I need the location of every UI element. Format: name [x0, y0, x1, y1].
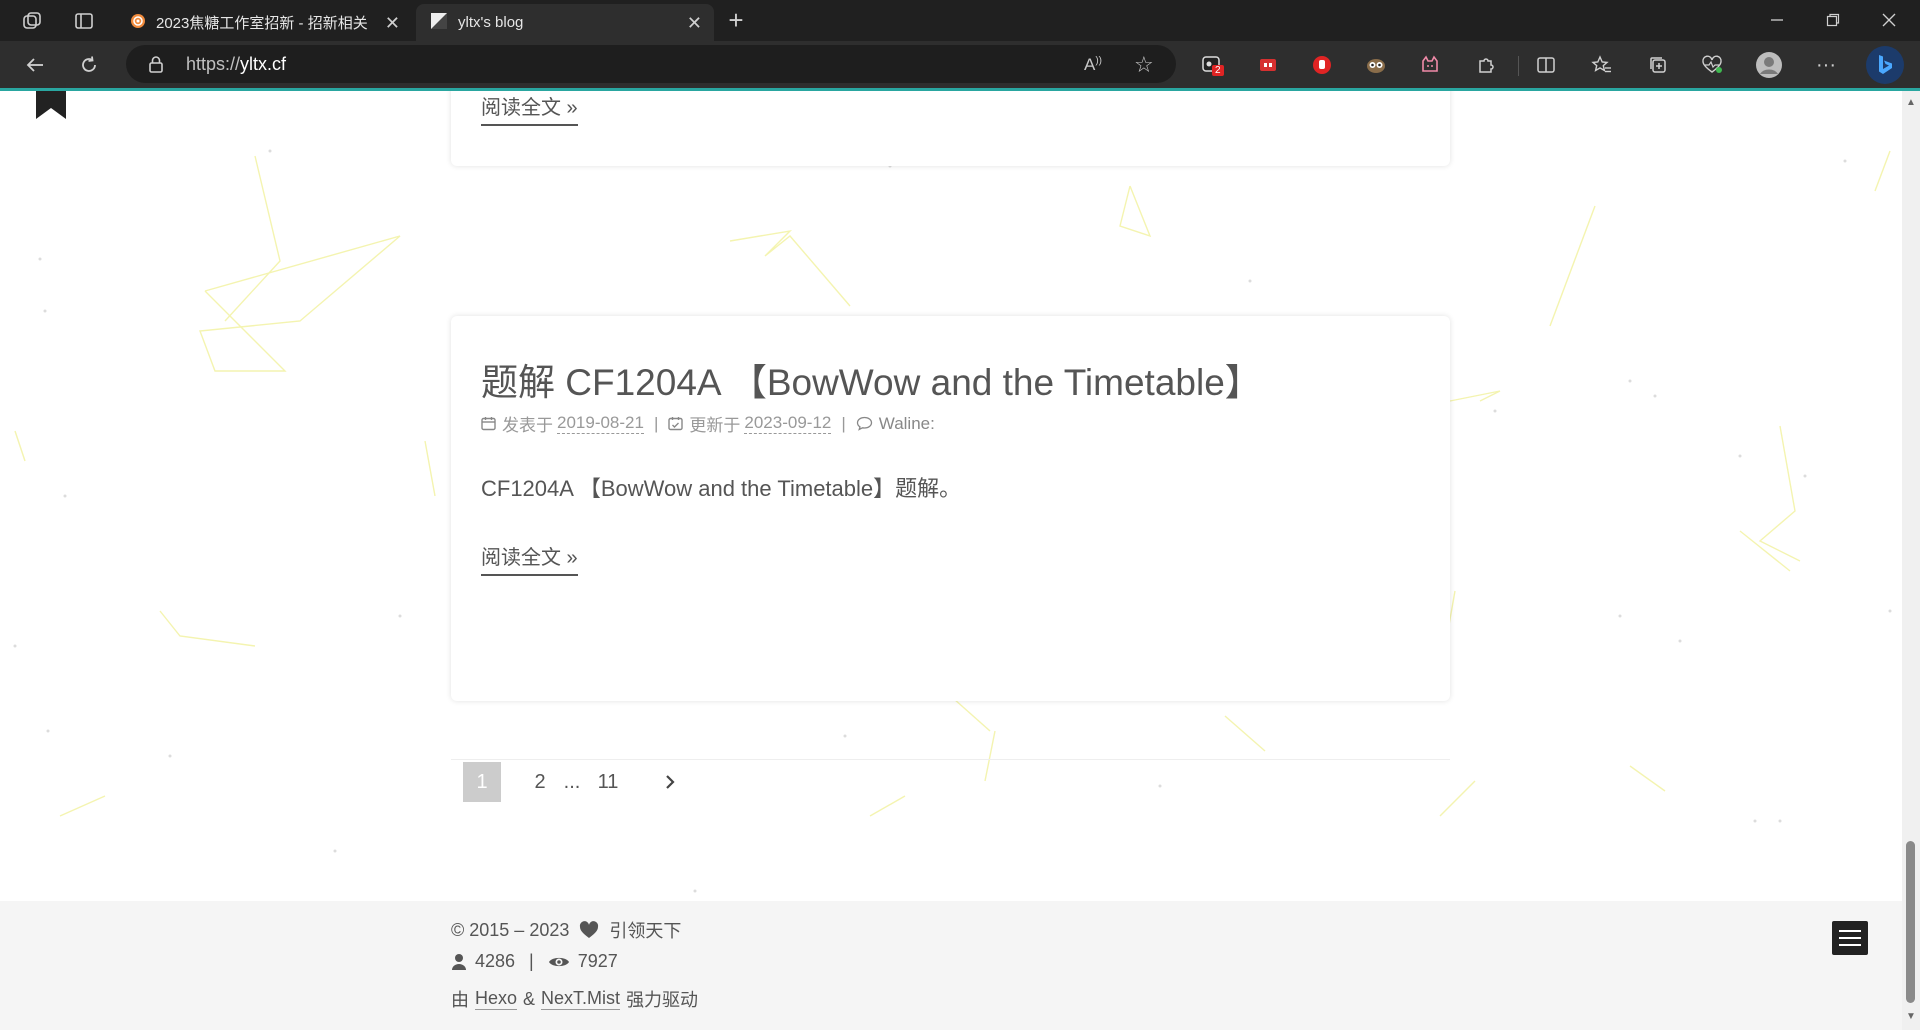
close-tab-icon[interactable]: ✕: [385, 13, 400, 34]
tab-caramel-studio[interactable]: 2023焦糖工作室招新 - 招新相关 ✕: [116, 4, 412, 41]
refresh-icon[interactable]: [74, 51, 104, 79]
meta-separator: |: [841, 413, 846, 433]
extensions-puzzle-icon[interactable]: [1472, 51, 1500, 79]
post-card: 阅读全文 »: [451, 91, 1450, 166]
cat-extension-icon[interactable]: [1416, 51, 1444, 79]
hand-extension-icon[interactable]: [1308, 51, 1336, 79]
url-scheme: https://: [186, 54, 241, 74]
powered-amp: &: [523, 988, 536, 1009]
more-menu-icon[interactable]: ···: [1812, 51, 1840, 79]
extension-badge: 2: [1212, 65, 1224, 76]
favorite-star-icon[interactable]: ☆: [1134, 52, 1154, 78]
page-current: 1: [463, 762, 501, 802]
blog-page: 阅读全文 » 题解 CF1204A 【BowWow and the Timeta…: [0, 91, 1902, 1030]
tab-title: 2023焦糖工作室招新 - 招新相关: [156, 15, 368, 32]
site-footer: © 2015 – 2023 引领天下 4286 | 7927 由 Hexo & …: [0, 901, 1902, 1030]
copyright-text: © 2015 – 2023: [451, 919, 570, 940]
scroll-thumb[interactable]: [1906, 841, 1915, 1003]
powered-suffix: 强力驱动: [626, 990, 699, 1010]
bookmark-icon[interactable]: [36, 91, 66, 119]
extension-icon[interactable]: 2: [1198, 51, 1226, 79]
posted-date[interactable]: 2019-08-21: [557, 413, 644, 434]
browser-tab-bar: 2023焦糖工作室招新 - 招新相关 ✕ yltx's blog ✕ +: [0, 0, 1920, 41]
read-aloud-icon[interactable]: A)): [1084, 55, 1102, 75]
footer-copyright: © 2015 – 2023 引领天下: [451, 917, 681, 943]
performance-heart-icon[interactable]: [1698, 51, 1726, 79]
page-link-2[interactable]: 2: [521, 762, 559, 802]
eye-icon: [548, 957, 569, 966]
heart-icon: [580, 921, 599, 938]
hexo-link[interactable]: Hexo: [475, 988, 518, 1010]
read-more-link[interactable]: 阅读全文 »: [481, 91, 578, 126]
updated-label: 更新于: [689, 416, 741, 435]
tab-yltx-blog[interactable]: yltx's blog ✕: [416, 4, 714, 41]
author-name: 引领天下: [609, 921, 682, 941]
sidebar-toggle-button[interactable]: [1832, 921, 1868, 955]
user-icon: [452, 953, 466, 970]
tab-actions-icon[interactable]: [70, 8, 98, 34]
chevron-right-icon: [666, 775, 675, 789]
footer-powered-by: 由 Hexo & NexT.Mist 强力驱动: [451, 986, 698, 1012]
page-ellipsis: ...: [563, 770, 581, 793]
owl-extension-icon[interactable]: [1362, 51, 1390, 79]
page-link-11[interactable]: 11: [585, 762, 631, 802]
pagination: 1 2 ... 11: [463, 761, 689, 803]
caramel-studio-favicon: [130, 13, 146, 33]
pagination-divider: [451, 759, 1450, 760]
new-tab-icon[interactable]: +: [722, 5, 750, 35]
meta-separator: |: [653, 413, 659, 433]
scroll-up-arrow-icon[interactable]: ▲: [1906, 97, 1916, 108]
back-icon[interactable]: [20, 51, 50, 79]
split-screen-icon[interactable]: [1532, 51, 1560, 79]
bing-copilot-icon[interactable]: [1866, 46, 1904, 84]
post-meta: 发表于 2019-08-21 | 更新于 2023-09-12 | Waline…: [481, 411, 935, 436]
stats-separator: |: [529, 951, 534, 971]
powered-prefix: 由: [451, 990, 469, 1010]
favorites-icon[interactable]: [1588, 51, 1616, 79]
menu-line: [1839, 944, 1861, 946]
profile-avatar-icon[interactable]: [1754, 50, 1784, 80]
comment-icon: [856, 416, 872, 431]
footer-stats: 4286 | 7927: [451, 951, 618, 972]
lock-icon[interactable]: [148, 55, 164, 78]
visitor-count: 4286: [475, 951, 516, 971]
restore-icon[interactable]: [1818, 6, 1848, 34]
scroll-down-arrow-icon[interactable]: ▼: [1906, 1011, 1916, 1022]
posted-label: 发表于: [502, 416, 553, 435]
workspaces-icon[interactable]: [18, 8, 46, 34]
blog-favicon: [430, 12, 448, 34]
menu-line: [1839, 937, 1861, 939]
calendar-check-icon: [668, 417, 684, 431]
post-excerpt: CF1204A 【BowWow and the Timetable】题解。: [481, 476, 962, 501]
minimize-icon[interactable]: [1762, 6, 1792, 34]
comments-label[interactable]: Waline:: [879, 414, 935, 434]
updated-date[interactable]: 2023-09-12: [744, 413, 832, 434]
page-scrollbar[interactable]: ▲ ▼: [1902, 91, 1920, 1030]
browser-toolbar: https://yltx.cf A)) ☆ 2 ···: [0, 41, 1920, 88]
menu-line: [1839, 930, 1861, 932]
red-extension-icon[interactable]: [1254, 51, 1282, 79]
url-host: yltx.cf: [240, 54, 287, 74]
next-page-link[interactable]: [651, 762, 689, 802]
post-card: 题解 CF1204A 【BowWow and the Timetable】 发表…: [451, 316, 1450, 701]
close-window-icon[interactable]: [1874, 6, 1904, 34]
calendar-icon: [481, 417, 496, 431]
url-text[interactable]: https://yltx.cf: [186, 54, 286, 75]
collections-icon[interactable]: [1644, 51, 1672, 79]
view-count: 7927: [577, 951, 618, 971]
read-more-link[interactable]: 阅读全文 »: [481, 541, 578, 576]
post-title[interactable]: 题解 CF1204A 【BowWow and the Timetable】: [481, 352, 1262, 406]
tab-title: yltx's blog: [458, 14, 524, 31]
address-bar[interactable]: https://yltx.cf A)) ☆: [126, 45, 1176, 83]
toolbar-divider: [1518, 56, 1519, 76]
close-tab-icon[interactable]: ✕: [687, 13, 702, 34]
theme-link[interactable]: NexT.Mist: [541, 988, 621, 1010]
